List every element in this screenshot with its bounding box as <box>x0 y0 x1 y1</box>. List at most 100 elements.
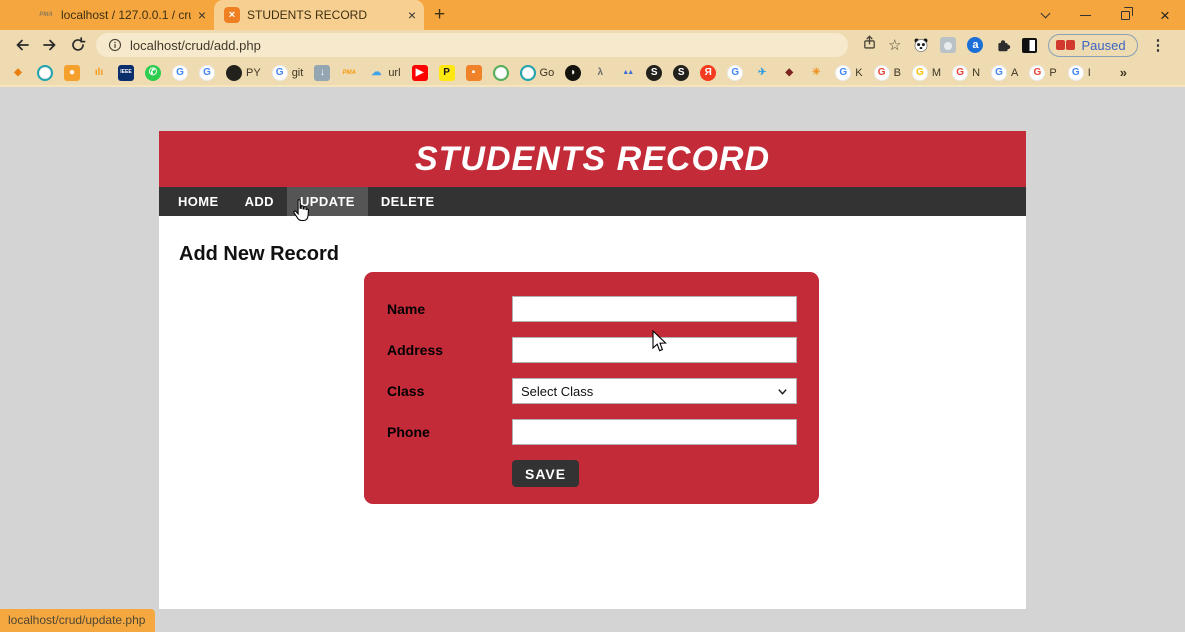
s-circle-icon[interactable]: S <box>646 65 662 81</box>
duck-icon[interactable]: ◗ <box>565 65 581 81</box>
bookmark-label: N <box>972 67 980 79</box>
reload-button[interactable] <box>64 32 92 58</box>
teal-ring-icon <box>37 65 53 81</box>
address-input[interactable] <box>512 337 797 363</box>
google-shortcut-icon[interactable]: GM <box>912 65 941 81</box>
window-close-button[interactable]: × <box>1145 0 1185 30</box>
yandex-icon[interactable]: Я <box>700 65 716 81</box>
analytics-icon: ılı <box>91 65 107 81</box>
phpmyadmin-icon: PMA <box>341 65 357 81</box>
bookmark-star-button[interactable]: ☆ <box>888 38 901 53</box>
teal-ring-icon[interactable] <box>37 65 53 81</box>
google-shortcut-icon[interactable]: GN <box>952 65 980 81</box>
name-input[interactable] <box>512 296 797 322</box>
google-shortcut-icon[interactable]: GK <box>835 65 862 81</box>
site-nav: HOME ADD UPDATE DELETE <box>159 187 1026 216</box>
analytics-icon[interactable]: ılı <box>91 65 107 81</box>
class-label: Class <box>387 383 512 399</box>
nav-item-delete[interactable]: DELETE <box>368 187 448 216</box>
s-circle-icon[interactable]: S <box>673 65 689 81</box>
tab-search-button[interactable] <box>1025 0 1065 30</box>
sunburst-icon: ☀ <box>808 65 824 81</box>
download-box-icon[interactable]: ↓ <box>314 65 330 81</box>
new-tab-button[interactable]: + <box>434 4 445 26</box>
bookmark-label: B <box>894 67 901 79</box>
google-shortcut-icon: G <box>874 65 890 81</box>
cloud-icon[interactable]: ☁url <box>368 65 400 81</box>
orange-camera-icon[interactable]: ● <box>64 65 80 81</box>
tab-close-icon[interactable]: × <box>408 7 416 23</box>
youtube-icon[interactable]: ▶ <box>412 65 428 81</box>
save-button[interactable]: SAVE <box>512 460 579 487</box>
back-button[interactable] <box>8 32 36 58</box>
status-url-tooltip: localhost/crud/update.php <box>0 609 155 632</box>
phone-label: Phone <box>387 424 512 440</box>
google-shortcut-icon: G <box>1029 65 1045 81</box>
tab-students-record[interactable]: × STUDENTS RECORD × <box>214 0 424 30</box>
shard-icon: ◆ <box>10 65 26 81</box>
google-icon[interactable]: G <box>199 65 215 81</box>
nav-item-update[interactable]: UPDATE <box>287 187 368 216</box>
p-badge-icon[interactable]: P <box>439 65 455 81</box>
address-url[interactable]: localhost/crud/add.php <box>130 38 261 53</box>
flame-icon[interactable]: ◆ <box>781 65 797 81</box>
go-ring-icon[interactable]: Go <box>520 65 555 81</box>
google-color-icon[interactable]: G <box>727 65 743 81</box>
page-info-icon <box>108 38 122 52</box>
phone-input[interactable] <box>512 419 797 445</box>
address-label: Address <box>387 342 512 358</box>
youtube-icon: ▶ <box>412 65 428 81</box>
screenshot-extension-button[interactable] <box>940 37 956 53</box>
browser-titlebar: PMA localhost / 127.0.0.1 / crud | php ×… <box>0 0 1185 30</box>
mountains-icon[interactable]: ▲▲ <box>619 65 635 81</box>
idm-icon <box>1056 40 1075 50</box>
select-chevron-icon <box>777 386 788 397</box>
class-select[interactable]: Select Class <box>512 378 797 404</box>
tab-phpmyadmin[interactable]: PMA localhost / 127.0.0.1 / crud | php × <box>28 0 214 30</box>
page-title: STUDENTS RECORD <box>415 140 770 179</box>
whatsapp-icon[interactable]: ✆ <box>145 65 161 81</box>
google-icon: G <box>272 65 288 81</box>
ieee-icon[interactable]: IEEE <box>118 65 134 81</box>
address-bar[interactable]: localhost/crud/add.php <box>96 33 848 57</box>
google-icon[interactable]: Ggit <box>272 65 304 81</box>
phpmyadmin-icon[interactable]: PMA <box>341 65 357 81</box>
google-icon[interactable]: G <box>172 65 188 81</box>
extensions-button[interactable] <box>994 37 1011 54</box>
whatsapp-icon: ✆ <box>145 65 161 81</box>
minimize-button[interactable] <box>1065 0 1105 30</box>
share-button[interactable] <box>862 35 877 55</box>
dark-mode-extension-button[interactable] <box>1022 38 1037 53</box>
download-paused-button[interactable]: Paused <box>1048 34 1137 57</box>
tab-close-icon[interactable]: × <box>198 7 206 23</box>
google-shortcut-icon[interactable]: GA <box>991 65 1018 81</box>
google-shortcut-icon[interactable]: GB <box>874 65 901 81</box>
bookmark-label: url <box>388 67 400 79</box>
sunburst-icon[interactable]: ☀ <box>808 65 824 81</box>
a-extension-button[interactable]: a <box>967 37 983 53</box>
panda-extension-button[interactable] <box>912 37 929 54</box>
forward-button[interactable] <box>36 32 64 58</box>
add-record-form: Name Address Class Select Class Phone <box>364 272 819 504</box>
paper-plane-icon[interactable]: ✈ <box>754 65 770 81</box>
green-ring-icon[interactable] <box>493 65 509 81</box>
name-label: Name <box>387 301 512 317</box>
shard-icon[interactable]: ◆ <box>10 65 26 81</box>
google-shortcut-icon: G <box>1068 65 1084 81</box>
browser-menu-button[interactable]: ⋮ <box>1151 36 1166 54</box>
restore-button[interactable] <box>1105 0 1145 30</box>
google-shortcut-icon[interactable]: GI <box>1068 65 1091 81</box>
bookmarks-overflow-button[interactable]: » <box>1120 65 1127 80</box>
nav-item-add[interactable]: ADD <box>232 187 287 216</box>
clapper-icon[interactable]: ▪ <box>466 65 482 81</box>
google-shortcut-icon[interactable]: GP <box>1029 65 1056 81</box>
github-icon[interactable]: PY <box>226 65 261 81</box>
ieee-icon: IEEE <box>118 65 134 81</box>
site-header: STUDENTS RECORD <box>159 131 1026 187</box>
form-row-name: Name <box>387 296 819 322</box>
google-shortcut-icon: G <box>952 65 968 81</box>
tab-title: localhost / 127.0.0.1 / crud | php <box>61 8 191 22</box>
back-arrow-icon <box>14 37 30 53</box>
nav-item-home[interactable]: HOME <box>165 187 232 216</box>
figure-icon[interactable]: λ <box>592 65 608 81</box>
